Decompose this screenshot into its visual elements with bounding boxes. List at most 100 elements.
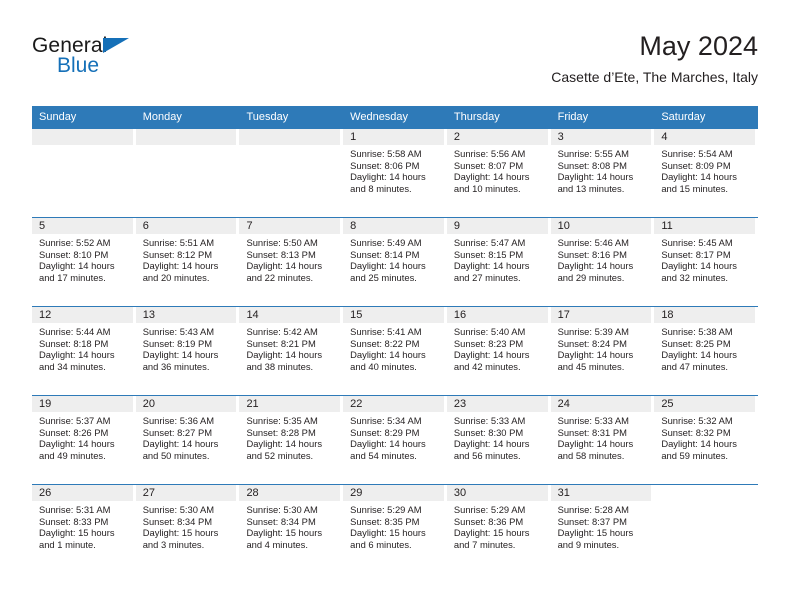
day-detail-sunset: Sunset: 8:19 PM — [142, 337, 213, 349]
calendar-day-cell[interactable]: 9 Sunrise: 5:47 AM Sunset: 8:15 PM Daylight… — [446, 218, 551, 306]
day-detail-daylight: Daylight: 15 hours — [350, 527, 426, 539]
day-number: 5 — [32, 218, 133, 234]
calendar-day-cell[interactable]: 6 Sunrise: 5:51 AM Sunset: 8:12 PM Daylight… — [135, 218, 240, 306]
day-detail-sunset: Sunset: 8:30 PM — [453, 426, 524, 438]
day-detail-sunset: Sunset: 8:21 PM — [246, 337, 316, 349]
day-detail-sunrise: Sunrise: 5:46 AM — [557, 237, 629, 248]
day-details: Sunrise: 5:36 AM Sunset: 8:27 PM Daylight:… — [136, 412, 237, 461]
day-number: 3 — [550, 129, 652, 145]
calendar-day-cell[interactable]: 11 Sunrise: 5:45 AM Sunset: 8:17 PM Dayligh… — [654, 218, 758, 306]
day-detail-sunset: Sunset: 8:06 PM — [350, 159, 420, 171]
day-detail-daylight: Daylight: 14 hours — [39, 438, 115, 450]
day-detail-sunset: Sunset: 8:23 PM — [453, 337, 524, 349]
day-number: 18 — [654, 307, 756, 323]
day-number: 15 — [343, 307, 444, 323]
calendar-day-cell[interactable]: 14 Sunrise: 5:42 AM Sunset: 8:21 PM Dayligh… — [239, 307, 343, 395]
calendar-day-cell[interactable]: 3 Sunrise: 5:55 AM Sunset: 8:08 PM Daylight… — [550, 129, 655, 217]
weekday-header-thursday: Thursday — [453, 111, 500, 123]
calendar-day-cell[interactable]: 20 Sunrise: 5:36 AM Sunset: 8:27 PM Dayligh… — [135, 396, 240, 484]
day-details: Sunrise: 5:45 AM Sunset: 8:17 PM Daylight:… — [654, 234, 755, 283]
day-detail-daylight: Daylight: 14 hours — [246, 349, 323, 361]
day-details: Sunrise: 5:46 AM Sunset: 8:16 PM Daylight:… — [551, 234, 652, 283]
calendar-day-cell[interactable]: 29 Sunrise: 5:29 AM Sunset: 8:35 PM Dayligh… — [343, 485, 447, 574]
day-number: 31 — [550, 485, 652, 501]
day-details: Sunrise: 5:32 AM Sunset: 8:32 PM Daylight:… — [654, 412, 755, 461]
weekday-header-saturday: Saturday — [661, 111, 706, 123]
day-detail-sunrise: Sunrise: 5:44 AM — [39, 326, 111, 337]
day-detail-daylight: Daylight: 14 hours — [453, 438, 530, 450]
day-detail-sunrise: Sunrise: 5:30 AM — [142, 504, 215, 515]
day-detail-sunset: Sunset: 8:09 PM — [661, 159, 731, 171]
day-details: Sunrise: 5:56 AM Sunset: 8:07 PM Daylight:… — [447, 145, 548, 194]
calendar-day-cell[interactable]: 13 Sunrise: 5:43 AM Sunset: 8:19 PM Dayligh… — [135, 307, 240, 395]
day-detail-daylight: and 45 minutes. — [557, 360, 625, 372]
calendar-day-cell[interactable]: 28 Sunrise: 5:30 AM Sunset: 8:34 PM Dayligh… — [239, 485, 343, 574]
day-detail-daylight: and 20 minutes. — [142, 271, 210, 283]
calendar-day-cell[interactable]: 10 Sunrise: 5:46 AM Sunset: 8:16 PM Dayligh… — [550, 218, 655, 306]
day-detail-sunset: Sunset: 8:34 PM — [142, 515, 213, 527]
calendar-day-cell[interactable]: 19 Sunrise: 5:37 AM Sunset: 8:26 PM Dayligh… — [32, 396, 136, 484]
calendar-day-cell[interactable]: 5 Sunrise: 5:52 AM Sunset: 8:10 PM Daylight… — [32, 218, 136, 306]
day-detail-daylight: and 42 minutes. — [453, 360, 521, 372]
day-detail-sunrise: Sunrise: 5:33 AM — [557, 415, 629, 426]
day-number: 4 — [654, 129, 756, 145]
day-detail-daylight: and 29 minutes. — [557, 271, 625, 283]
day-details: Sunrise: 5:42 AM Sunset: 8:21 PM Daylight:… — [239, 323, 340, 372]
calendar-day-cell[interactable]: 12 Sunrise: 5:44 AM Sunset: 8:18 PM Dayligh… — [32, 307, 136, 395]
day-detail-sunrise: Sunrise: 5:39 AM — [557, 326, 629, 337]
day-detail-daylight: Daylight: 14 hours — [350, 438, 426, 450]
calendar-day-cell[interactable]: 15 Sunrise: 5:41 AM Sunset: 8:22 PM Dayligh… — [343, 307, 447, 395]
calendar-day-cell[interactable]: 23 Sunrise: 5:33 AM Sunset: 8:30 PM Dayligh… — [446, 396, 551, 484]
calendar-day-cell[interactable]: 7 Sunrise: 5:50 AM Sunset: 8:13 PM Daylight… — [239, 218, 343, 306]
day-detail-daylight: and 27 minutes. — [453, 271, 521, 283]
day-detail-daylight: Daylight: 14 hours — [557, 171, 634, 183]
day-detail-sunset: Sunset: 8:33 PM — [39, 515, 109, 527]
day-details: Sunrise: 5:33 AM Sunset: 8:30 PM Daylight:… — [447, 412, 548, 461]
day-detail-daylight: and 40 minutes. — [350, 360, 417, 372]
calendar-day-cell[interactable]: 27 Sunrise: 5:30 AM Sunset: 8:34 PM Dayligh… — [135, 485, 240, 574]
day-detail-sunrise: Sunrise: 5:29 AM — [453, 504, 526, 515]
calendar-day-cell[interactable]: 18 Sunrise: 5:38 AM Sunset: 8:25 PM Dayligh… — [654, 307, 758, 395]
calendar-day-cell[interactable]: 30 Sunrise: 5:29 AM Sunset: 8:36 PM Dayligh… — [446, 485, 551, 574]
calendar-day-cell[interactable]: 2 Sunrise: 5:56 AM Sunset: 8:07 PM Daylight… — [446, 129, 551, 217]
day-details: Sunrise: 5:49 AM Sunset: 8:14 PM Daylight:… — [343, 234, 444, 283]
day-detail-sunrise: Sunrise: 5:29 AM — [350, 504, 422, 515]
day-number: 9 — [446, 218, 548, 234]
calendar-day-cell-empty — [135, 129, 240, 217]
calendar-week-row: 1 Sunrise: 5:58 AM Sunset: 8:06 PM Daylight… — [32, 129, 758, 218]
day-detail-sunset: Sunset: 8:16 PM — [557, 248, 627, 260]
day-number: 11 — [654, 218, 756, 234]
calendar-day-cell[interactable]: 24 Sunrise: 5:33 AM Sunset: 8:31 PM Dayligh… — [550, 396, 655, 484]
calendar-day-cell[interactable]: 16 Sunrise: 5:40 AM Sunset: 8:23 PM Dayligh… — [446, 307, 551, 395]
weekday-header-friday: Friday — [557, 111, 589, 123]
calendar-day-cell[interactable]: 4 Sunrise: 5:54 AM Sunset: 8:09 PM Daylight… — [654, 129, 758, 217]
day-number — [32, 129, 133, 145]
calendar-day-cell[interactable]: 26 Sunrise: 5:31 AM Sunset: 8:33 PM Dayligh… — [32, 485, 136, 574]
calendar-day-cell[interactable]: 1 Sunrise: 5:58 AM Sunset: 8:06 PM Daylight… — [343, 129, 447, 217]
day-detail-daylight: and 10 minutes. — [453, 182, 521, 194]
calendar-weeks: 1 Sunrise: 5:58 AM Sunset: 8:06 PM Daylight… — [32, 129, 758, 574]
day-detail-daylight: Daylight: 14 hours — [453, 171, 530, 183]
day-detail-daylight: and 6 minutes. — [350, 538, 412, 550]
day-details: Sunrise: 5:31 AM Sunset: 8:33 PM Daylight:… — [32, 501, 133, 550]
calendar-day-cell[interactable]: 31 Sunrise: 5:28 AM Sunset: 8:37 PM Dayligh… — [550, 485, 655, 574]
day-detail-daylight: Daylight: 14 hours — [661, 438, 737, 450]
weekday-header-wednesday: Wednesday — [350, 111, 409, 123]
page-header: General Blue May 2024 Casette d’Ete, The… — [32, 30, 758, 92]
day-details: Sunrise: 5:54 AM Sunset: 8:09 PM Daylight:… — [654, 145, 755, 194]
calendar-day-cell[interactable]: 22 Sunrise: 5:34 AM Sunset: 8:29 PM Dayligh… — [343, 396, 447, 484]
day-detail-sunrise: Sunrise: 5:40 AM — [453, 326, 526, 337]
day-detail-sunrise: Sunrise: 5:33 AM — [453, 415, 526, 426]
calendar-day-cell[interactable]: 8 Sunrise: 5:49 AM Sunset: 8:14 PM Daylight… — [343, 218, 447, 306]
calendar-day-cell[interactable]: 25 Sunrise: 5:32 AM Sunset: 8:32 PM Dayligh… — [654, 396, 758, 484]
day-details: Sunrise: 5:29 AM Sunset: 8:36 PM Daylight:… — [447, 501, 548, 550]
day-number: 14 — [239, 307, 341, 323]
calendar-day-cell[interactable]: 17 Sunrise: 5:39 AM Sunset: 8:24 PM Dayligh… — [550, 307, 655, 395]
page-subtitle: Casette d’Ete, The Marches, Italy — [551, 69, 758, 85]
day-details: Sunrise: 5:30 AM Sunset: 8:34 PM Daylight:… — [136, 501, 237, 550]
calendar-day-cell[interactable]: 21 Sunrise: 5:35 AM Sunset: 8:28 PM Dayligh… — [239, 396, 343, 484]
day-detail-sunrise: Sunrise: 5:28 AM — [557, 504, 629, 515]
day-detail-daylight: and 7 minutes. — [453, 538, 516, 550]
weekday-header-row: Sunday Monday Tuesday Wednesday Thursday Frid… — [32, 106, 758, 129]
generalblue-logo[interactable]: General Blue — [32, 34, 162, 82]
